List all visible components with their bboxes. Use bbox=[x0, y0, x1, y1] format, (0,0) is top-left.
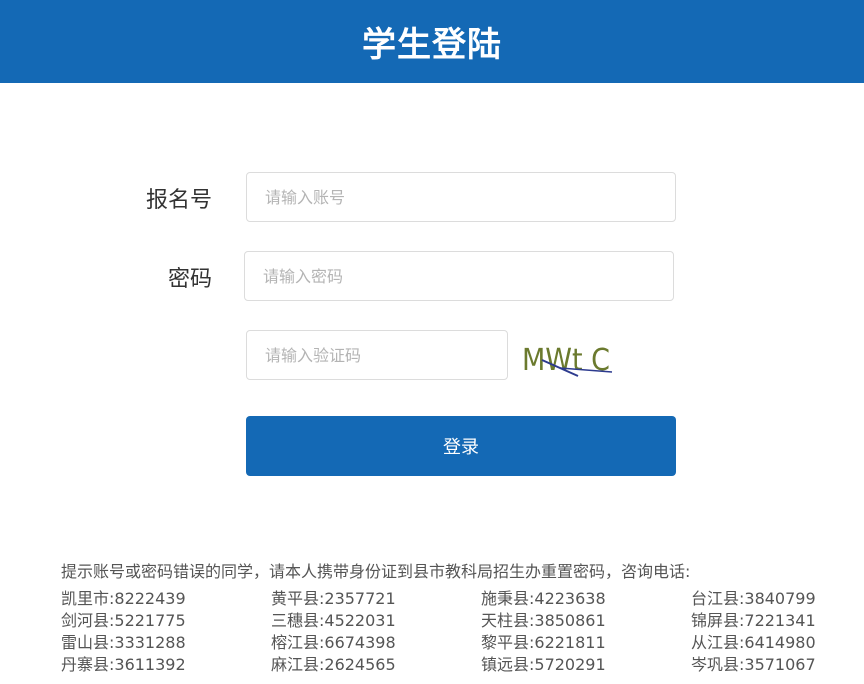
reset-notice: 提示账号或密码错误的同学，请本人携带身份证到县市教科局招生办重置密码，咨询电话: bbox=[61, 562, 691, 581]
contact-item: 台江县:3840799 bbox=[691, 589, 816, 608]
captcha-input[interactable] bbox=[246, 330, 508, 380]
contact-item: 从江县:6414980 bbox=[691, 633, 816, 652]
contact-item: 凯里市:8222439 bbox=[61, 589, 186, 608]
password-input[interactable] bbox=[244, 251, 674, 301]
contact-item: 剑河县:5221775 bbox=[61, 611, 186, 630]
contact-item: 岑巩县:3571067 bbox=[691, 655, 816, 674]
account-input[interactable] bbox=[246, 172, 676, 222]
contact-item: 榕江县:6674398 bbox=[271, 633, 396, 652]
contact-item: 黄平县:2357721 bbox=[271, 589, 396, 608]
password-label: 密码 bbox=[167, 267, 212, 292]
page-header: 学生登陆 bbox=[0, 0, 864, 83]
contact-item: 锦屏县:7221341 bbox=[691, 611, 816, 630]
contact-item: 施秉县:4223638 bbox=[481, 589, 606, 608]
contact-item: 黎平县:6221811 bbox=[481, 633, 606, 652]
login-button[interactable]: 登录 bbox=[246, 416, 676, 476]
contact-item: 天柱县:3850861 bbox=[481, 611, 606, 630]
contact-item: 丹寨县:3611392 bbox=[61, 655, 186, 674]
account-label: 报名号 bbox=[145, 188, 212, 213]
contact-item: 雷山县:3331288 bbox=[61, 633, 186, 652]
page-title: 学生登陆 bbox=[362, 25, 502, 65]
contact-list: 凯里市:8222439 黄平县:2357721 施秉县:4223638 台江县:… bbox=[61, 588, 841, 676]
contact-item: 三穗县:4522031 bbox=[271, 611, 396, 630]
contact-item: 镇远县:5720291 bbox=[481, 655, 606, 674]
captcha-image[interactable]: MWt C bbox=[520, 338, 616, 378]
captcha-text: MWt C bbox=[522, 343, 610, 378]
contact-item: 麻江县:2624565 bbox=[271, 655, 396, 674]
